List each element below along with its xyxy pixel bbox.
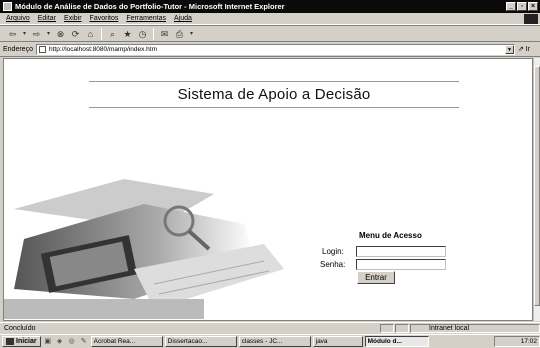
toolbar-separator xyxy=(101,27,102,40)
taskbar: Iniciar ▣ ◈ ◎ ✎ Acrobat Rea... Dissertac… xyxy=(0,334,540,348)
chevron-down-icon[interactable]: ▼ xyxy=(505,44,514,54)
menu-favoritos[interactable]: Favoritos xyxy=(90,15,119,22)
address-input[interactable]: http://localhost:8080/mamp/index.htm ▼ xyxy=(35,43,515,55)
start-label: Iniciar xyxy=(16,338,37,345)
refresh-icon[interactable]: ⟳ xyxy=(69,28,82,40)
page-title: Sistema de Apoio a Decisão xyxy=(177,86,371,103)
menu-ajuda[interactable]: Ajuda xyxy=(174,15,192,22)
page-icon xyxy=(38,45,46,53)
office-illustration xyxy=(4,179,284,319)
vertical-scrollbar[interactable] xyxy=(533,58,540,321)
menu-arquivo[interactable]: Arquivo xyxy=(6,15,30,22)
submit-button[interactable]: Entrar xyxy=(357,271,395,284)
status-cell xyxy=(395,323,409,333)
forward-icon[interactable]: ⇨ xyxy=(30,28,43,40)
history-icon[interactable]: ◷ xyxy=(136,28,149,40)
system-tray: 17:02 xyxy=(494,336,540,347)
ie-icon xyxy=(3,2,12,11)
back-icon[interactable]: ⇦ xyxy=(6,28,19,40)
menu-exibir[interactable]: Exibir xyxy=(64,15,82,22)
toolbar-separator xyxy=(153,27,154,40)
divider xyxy=(89,81,459,82)
browser-window: Módulo de Análise de Dados do Portfolio-… xyxy=(0,0,540,348)
security-zone: Intranet local xyxy=(410,323,540,333)
toolbar: ⇦ ▾ ⇨ ▾ ⊗ ⟳ ⌂ ⌕ ★ ◷ ✉ ⎙ ▾ xyxy=(0,25,540,42)
menu-bar: Arquivo Editar Exibir Favoritos Ferramen… xyxy=(0,13,540,25)
close-button[interactable]: × xyxy=(528,2,538,11)
quicklaunch-icon[interactable]: ✎ xyxy=(79,337,89,346)
password-label: Senha: xyxy=(320,260,346,269)
address-label: Endereço xyxy=(3,45,33,53)
quicklaunch-icon[interactable]: ◎ xyxy=(67,337,77,346)
task-modulo[interactable]: Módulo d... xyxy=(364,336,429,347)
print-icon[interactable]: ⎙ xyxy=(173,28,186,40)
menu-editar[interactable]: Editar xyxy=(38,15,56,22)
task-dissertacao[interactable]: Dissertacao... xyxy=(164,336,237,347)
status-cell xyxy=(380,323,394,333)
search-icon[interactable]: ⌕ xyxy=(106,28,119,40)
status-bar: Concluído Intranet local xyxy=(0,322,540,333)
home-icon[interactable]: ⌂ xyxy=(84,28,97,40)
address-bar: Endereço http://localhost:8080/mamp/inde… xyxy=(0,42,540,57)
login-label: Login: xyxy=(322,247,344,256)
divider xyxy=(89,107,459,108)
windows-logo-icon xyxy=(524,14,538,24)
menu-ferramentas[interactable]: Ferramentas xyxy=(126,15,166,22)
task-acrobat[interactable]: Acrobat Rea... xyxy=(90,336,163,347)
page-content: Sistema de Apoio a Decisão Menu de Acess… xyxy=(3,58,533,321)
quicklaunch-icon[interactable]: ▣ xyxy=(43,337,53,346)
task-java[interactable]: java xyxy=(312,336,363,347)
password-input[interactable] xyxy=(356,259,446,270)
title-bar: Módulo de Análise de Dados do Portfolio-… xyxy=(0,0,540,13)
stop-icon[interactable]: ⊗ xyxy=(54,28,67,40)
login-input[interactable] xyxy=(356,246,446,257)
favorites-icon[interactable]: ★ xyxy=(121,28,134,40)
login-heading: Menu de Acesso xyxy=(359,231,422,240)
forward-dropdown-icon[interactable]: ▾ xyxy=(45,28,52,40)
start-button[interactable]: Iniciar xyxy=(2,336,41,347)
back-dropdown-icon[interactable]: ▾ xyxy=(21,28,28,40)
status-text: Concluído xyxy=(4,324,36,332)
window-title: Módulo de Análise de Dados do Portfolio-… xyxy=(15,2,285,11)
mail-dropdown-icon[interactable]: ▾ xyxy=(188,28,195,40)
clock: 17:02 xyxy=(520,338,537,345)
address-url: http://localhost:8080/mamp/index.htm xyxy=(48,45,157,53)
go-button[interactable]: ⇗ Ir xyxy=(518,45,536,53)
restore-button[interactable]: ▫ xyxy=(517,2,527,11)
quicklaunch-icon[interactable]: ◈ xyxy=(55,337,65,346)
windows-flag-icon xyxy=(6,338,14,345)
scrollbar-thumb[interactable] xyxy=(534,66,540,306)
task-classes[interactable]: classes - JC... xyxy=(238,336,311,347)
minimize-button[interactable]: _ xyxy=(506,2,516,11)
mail-icon[interactable]: ✉ xyxy=(158,28,171,40)
